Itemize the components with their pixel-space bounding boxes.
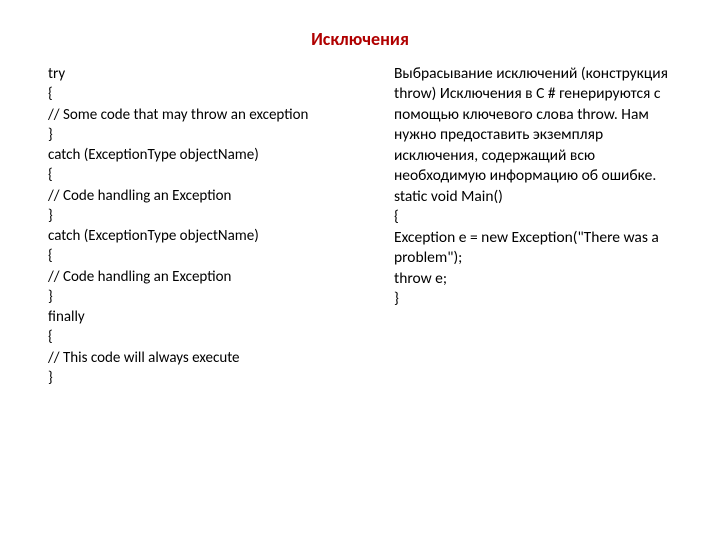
right-text-block: Выбрасывание исключений (конструкция thr… <box>394 64 672 388</box>
page-title: Исключения <box>48 28 672 50</box>
content-columns: try { // Some code that may throw an exc… <box>48 64 672 388</box>
right-paragraph: Выбрасывание исключений (конструкция thr… <box>394 64 672 309</box>
left-code-block: try { // Some code that may throw an exc… <box>48 64 358 388</box>
